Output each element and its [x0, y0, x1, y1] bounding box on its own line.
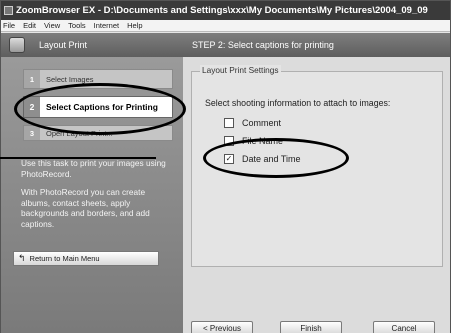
cancel-button[interactable]: Cancel: [373, 321, 435, 333]
task-header: Layout Print STEP 2: Select captions for…: [1, 33, 450, 57]
menu-file[interactable]: File: [3, 21, 15, 30]
return-arrow-icon: ↰: [18, 253, 26, 263]
step-select-captions[interactable]: 2 Select Captions for Printing: [23, 96, 173, 118]
photorecord-description: With PhotoRecord you can create albums, …: [21, 187, 150, 229]
layout-print-settings-group: Layout Print Settings Select shooting in…: [191, 65, 443, 267]
option-date-and-time[interactable]: ✓ Date and Time: [224, 154, 301, 164]
step-title: STEP 2: Select captions for printing: [192, 40, 334, 50]
step-label: Open Layout Print...: [46, 128, 113, 138]
task-sidebar: 1 Select Images 2 Select Captions for Pr…: [1, 57, 183, 333]
menu-bar: File Edit View Tools Internet Help: [1, 20, 450, 32]
app-icon: [4, 6, 13, 15]
layout-print-icon: [9, 37, 25, 53]
return-to-main-menu-button[interactable]: ↰ Return to Main Menu: [13, 251, 159, 266]
option-comment[interactable]: Comment: [224, 118, 281, 128]
menu-help[interactable]: Help: [127, 21, 142, 30]
option-label: File Name: [242, 136, 284, 146]
option-file-name[interactable]: File Name: [224, 136, 283, 146]
comment-checkbox[interactable]: [224, 118, 234, 128]
shooting-info-prompt: Select shooting information to attach to…: [205, 98, 391, 108]
file-name-checkbox[interactable]: [224, 136, 234, 146]
zoombrowser-window: ZoomBrowser EX - D:\Documents and Settin…: [0, 0, 451, 333]
step-label: Select Captions for Printing: [46, 102, 158, 112]
task-title: Layout Print: [39, 40, 88, 50]
option-label: Date and Time: [242, 154, 301, 164]
menu-internet[interactable]: Internet: [94, 21, 119, 30]
window-title: ZoomBrowser EX - D:\Documents and Settin…: [16, 5, 428, 16]
date-and-time-checkbox[interactable]: ✓: [224, 154, 234, 164]
task-description: Use this task to print your images using…: [21, 158, 166, 179]
step-number: 1: [24, 70, 40, 88]
step-number: 2: [24, 97, 40, 117]
menu-view[interactable]: View: [44, 21, 60, 30]
main-panel: Layout Print Settings Select shooting in…: [183, 57, 450, 333]
step-number: 3: [24, 126, 40, 140]
previous-button[interactable]: < Previous: [191, 321, 253, 333]
menu-tools[interactable]: Tools: [68, 21, 86, 30]
step-open-layout-print[interactable]: 3 Open Layout Print...: [23, 125, 173, 141]
title-bar: ZoomBrowser EX - D:\Documents and Settin…: [1, 1, 450, 20]
callout-line: [0, 157, 156, 159]
return-label: Return to Main Menu: [29, 254, 100, 263]
group-legend: Layout Print Settings: [200, 65, 281, 75]
option-label: Comment: [242, 118, 282, 128]
step-label: Select Images: [46, 74, 94, 84]
finish-button[interactable]: Finish: [280, 321, 342, 333]
step-select-images[interactable]: 1 Select Images: [23, 69, 173, 89]
menu-edit[interactable]: Edit: [23, 21, 36, 30]
